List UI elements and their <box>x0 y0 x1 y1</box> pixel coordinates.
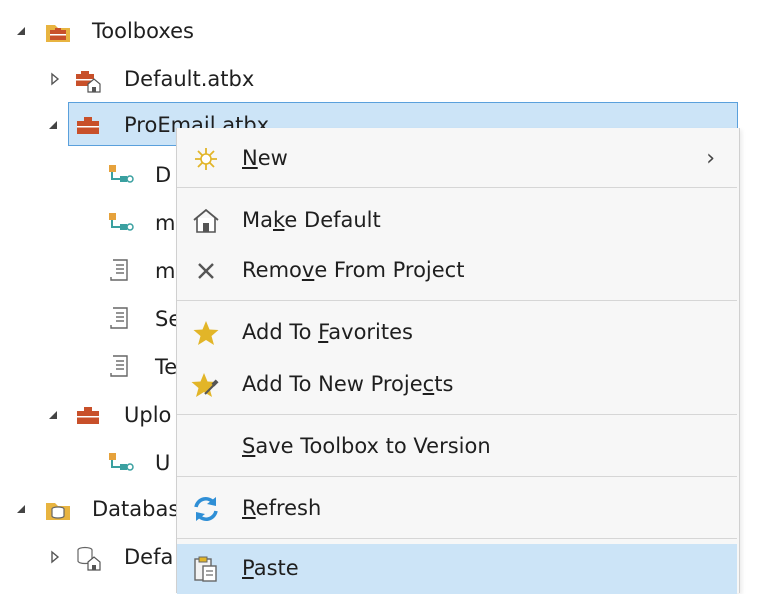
tree-item-toolboxes[interactable]: Toolboxes <box>0 8 769 56</box>
menu-item-remove-from-project[interactable]: Remove From Project <box>177 246 737 296</box>
menu-item-new[interactable]: New › <box>177 134 737 184</box>
tree-item-label: m <box>155 211 176 235</box>
toolbox-icon <box>77 117 99 134</box>
menu-separator <box>177 300 737 301</box>
default-database-icon <box>77 546 101 571</box>
script-icon <box>110 355 128 377</box>
menu-item-label: Make Default <box>242 208 381 232</box>
home-icon <box>193 208 219 233</box>
menu-item-label: New <box>242 146 288 170</box>
tree-item-label: Defa <box>124 545 174 569</box>
star-icon <box>193 321 219 345</box>
tree-item-label: Toolboxes <box>92 19 194 43</box>
menu-separator <box>177 476 737 477</box>
tree-item-default-atbx[interactable]: Default.atbx <box>0 56 769 104</box>
script-icon <box>110 307 128 329</box>
menu-item-make-default[interactable]: Make Default <box>177 196 737 246</box>
tree-item-label: Databas <box>92 497 180 521</box>
submenu-chevron-icon: › <box>706 146 715 171</box>
menu-item-add-to-favorites[interactable]: Add To Favorites <box>177 308 737 358</box>
menu-separator <box>177 538 737 539</box>
expanded-arrow-icon[interactable] <box>46 118 60 132</box>
tree-item-label: m <box>155 259 176 283</box>
menu-item-label: Paste <box>242 556 299 580</box>
expanded-arrow-icon[interactable] <box>46 408 60 422</box>
tree-item-label: Default.atbx <box>124 67 255 91</box>
star-pin-icon <box>191 373 219 397</box>
toolbox-default-icon <box>76 71 101 93</box>
model-icon <box>109 165 134 183</box>
model-icon <box>109 213 134 231</box>
menu-item-label: Save Toolbox to Version <box>242 434 491 458</box>
databases-folder-icon <box>46 503 70 520</box>
refresh-icon <box>194 497 218 521</box>
script-icon <box>110 259 128 281</box>
collapsed-arrow-icon[interactable] <box>48 72 62 86</box>
model-icon <box>109 453 134 471</box>
menu-item-paste[interactable]: Paste <box>177 544 737 594</box>
menu-item-label: Refresh <box>242 496 322 520</box>
paste-icon <box>194 556 217 582</box>
expanded-arrow-icon[interactable] <box>14 24 28 38</box>
menu-item-label: Add To Favorites <box>242 320 413 344</box>
new-sparkle-icon <box>195 148 217 170</box>
collapsed-arrow-icon[interactable] <box>48 550 62 564</box>
context-menu: New › Make Default Remove From Project A… <box>176 128 740 594</box>
menu-item-label: Add To New Projects <box>242 372 454 396</box>
menu-separator <box>177 414 737 415</box>
expanded-arrow-icon[interactable] <box>14 502 28 516</box>
menu-item-save-toolbox-to-version[interactable]: Save Toolbox to Version <box>177 422 737 472</box>
menu-separator <box>177 187 737 188</box>
toolboxes-folder-icon <box>46 25 70 42</box>
menu-item-label: Remove From Project <box>242 258 465 282</box>
toolbox-icon <box>77 407 99 424</box>
menu-item-refresh[interactable]: Refresh <box>177 484 737 534</box>
menu-item-add-to-new-projects[interactable]: Add To New Projects <box>177 360 737 410</box>
tree-item-label: Te <box>155 355 178 379</box>
close-x-icon <box>198 263 214 279</box>
tree-item-label: D <box>155 163 172 187</box>
tree-item-label: Uplo <box>124 403 172 427</box>
tree-item-label: U <box>155 451 171 475</box>
